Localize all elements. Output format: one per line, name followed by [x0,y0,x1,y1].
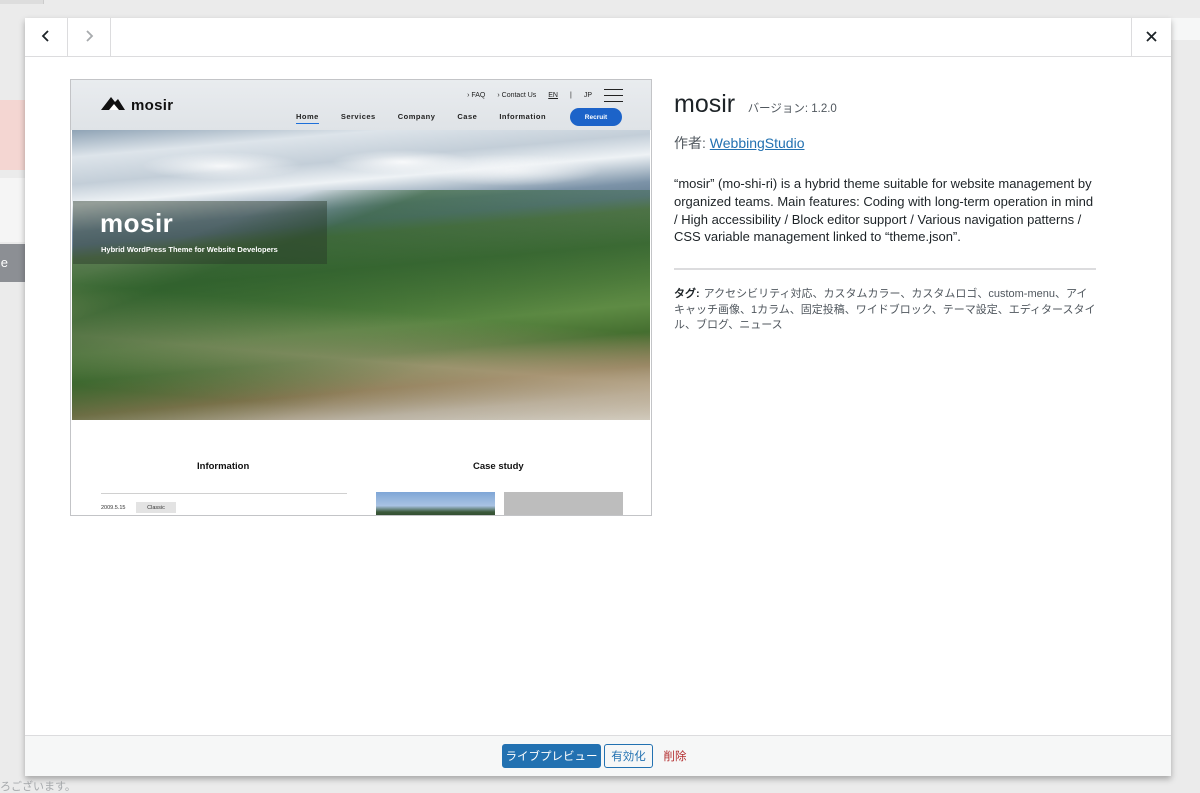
mountain-logo-icon [101,95,125,116]
screenshot-divider [101,493,347,494]
screenshot-nav-home: Home [296,112,319,124]
screenshot-nav-services: Services [340,112,376,121]
activate-button[interactable]: 有効化 [604,744,653,768]
info-divider [674,268,1096,271]
screenshot-case-image-placeholder [504,492,623,515]
screenshot-case-image [376,492,495,515]
author-label: 作者: [674,135,710,151]
author-link[interactable]: WebbingStudio [710,135,805,151]
theme-screenshot: mosir › FAQ › Contact Us EN | JP Home Se… [70,79,652,516]
theme-name: mosir [674,90,736,118]
screenshot-logo: mosir [101,95,173,116]
theme-title-row: mosir バージョン: 1.2.0 [674,90,1096,119]
background-theme-card-2 [0,178,26,242]
live-preview-button[interactable]: ライブプレビュー [502,744,601,768]
modal-footer: ライブプレビュー 有効化 削除 [25,735,1171,776]
screenshot-nav-company: Company [397,112,436,121]
previous-theme-button[interactable] [25,18,68,57]
chevron-right-icon [83,29,95,47]
screenshot-recruit-button: Recruit [570,108,622,126]
theme-version: バージョン: 1.2.0 [747,103,837,115]
screenshot-global-nav: Home Services Company Case Information [296,112,546,124]
background-footer-text: ろございます。 [0,781,76,793]
screenshot-case-heading: Case study [473,461,524,472]
background-tab [0,0,44,4]
screenshot-lang-jp: JP [583,92,592,99]
screenshot-header: mosir › FAQ › Contact Us EN | JP Home Se… [71,80,651,130]
hamburger-menu-icon [604,89,623,102]
screenshot-hero-title: mosir [100,208,174,238]
screenshot-nav-information: Information [499,112,547,121]
screenshot-contact-link: › Contact Us [497,92,537,99]
screenshot-logo-text: mosir [131,97,174,114]
theme-details-modal: mosir › FAQ › Contact Us EN | JP Home Se… [25,18,1171,776]
tags-label: タグ: [674,288,700,301]
tags-list: アクセシビリティ対応、カスタムカラー、カスタムロゴ、custom-menu、アイ… [674,288,1096,332]
delete-button[interactable]: 削除 [660,744,690,768]
theme-description: “mosir” (mo-shi-ri) is a hybrid theme su… [674,176,1094,245]
screenshot-faq-link: › FAQ [467,92,486,99]
next-theme-button[interactable] [68,18,111,57]
screenshot-utility-nav: › FAQ › Contact Us EN | JP [467,89,623,102]
screenshot-hero-image [72,130,650,420]
close-button[interactable] [1131,18,1171,57]
modal-header [25,18,1171,57]
close-icon [1146,29,1157,47]
screenshot-information-heading: Information [197,461,250,472]
background-theme-label: e [0,244,26,282]
screenshot-lang-en: EN [548,92,558,99]
background-panel [1170,18,1200,40]
screenshot-hero-subtitle: Hybrid WordPress Theme for Website Devel… [101,245,278,254]
screenshot-nav-case: Case [457,112,478,121]
screenshot-info-date: 2009.5.15 [101,505,126,511]
theme-info: mosir バージョン: 1.2.0 作者: WebbingStudio “mo… [674,90,1096,334]
theme-tags: タグ: アクセシビリティ対応、カスタムカラー、カスタムロゴ、custom-menu… [674,287,1096,334]
screenshot-lang-sep: | [570,92,572,99]
screenshot-info-tag: Classic [136,502,176,513]
theme-author: 作者: WebbingStudio [674,133,1096,153]
chevron-left-icon [40,29,52,47]
background-theme-card [0,100,26,170]
